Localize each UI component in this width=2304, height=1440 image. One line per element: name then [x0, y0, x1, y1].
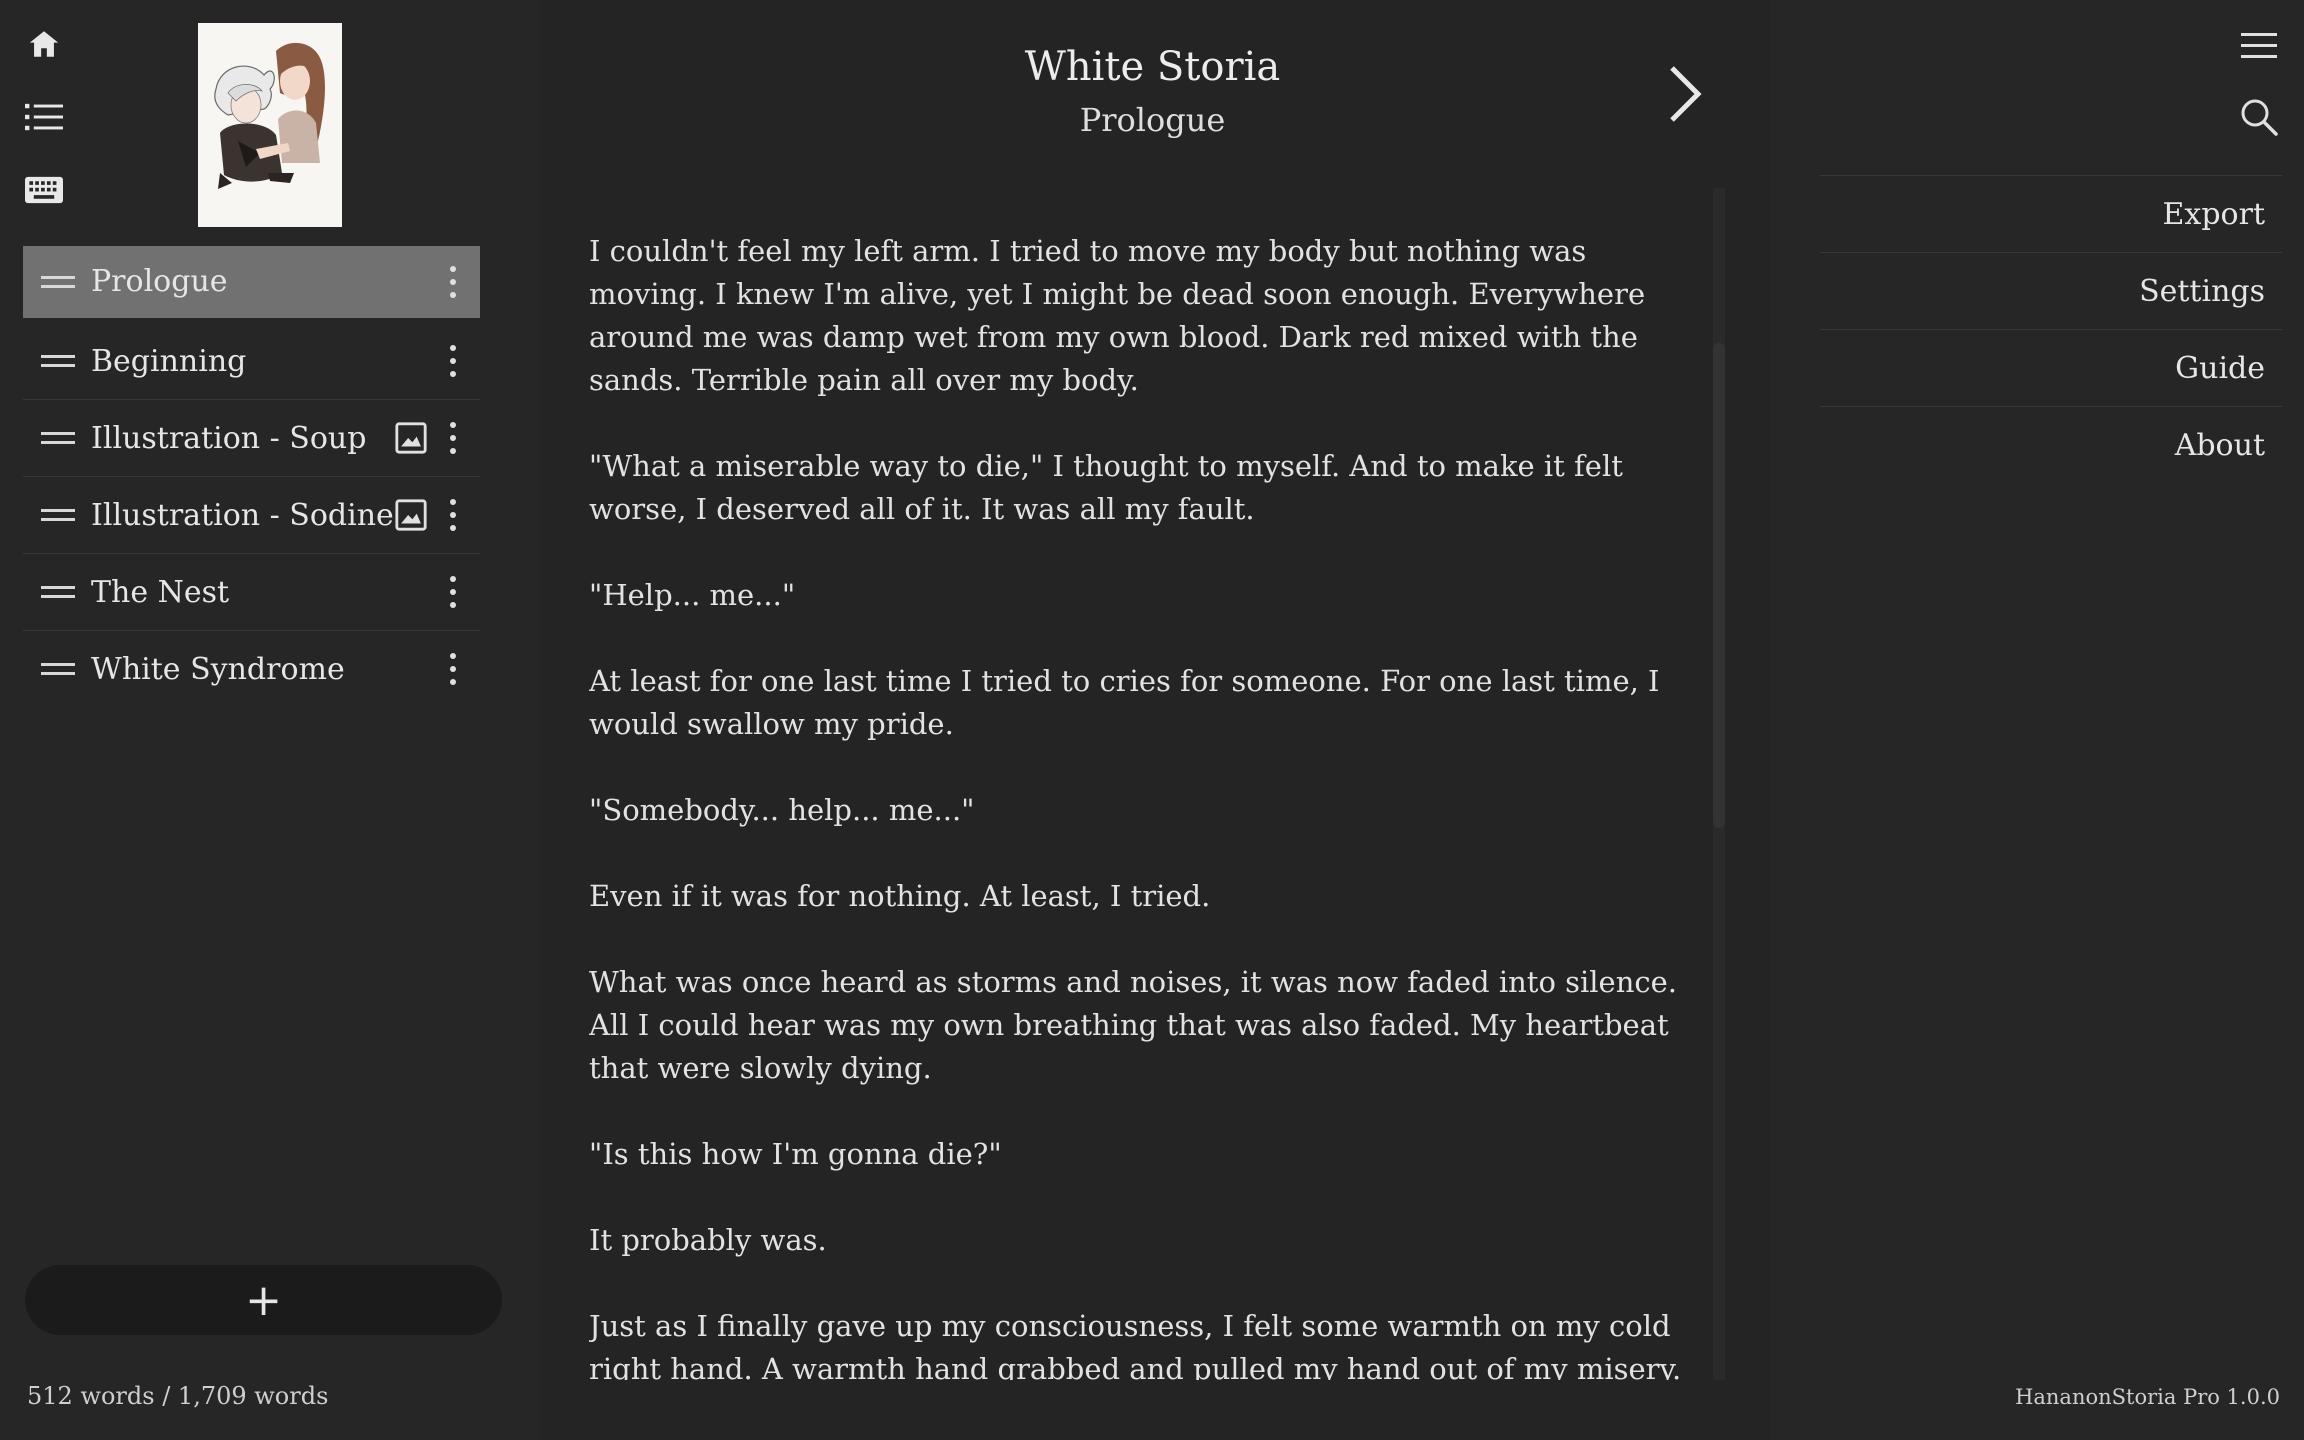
menu-item-about[interactable]: About	[1820, 406, 2282, 483]
book-title: White Storia	[1024, 44, 1281, 90]
paragraph: What was once heard as storms and noises…	[589, 965, 1678, 1085]
more-options-icon[interactable]	[438, 260, 468, 304]
search-icon[interactable]	[2236, 94, 2282, 140]
more-options-icon[interactable]	[438, 339, 468, 383]
drag-handle-icon[interactable]	[41, 432, 75, 444]
paragraph: Even if it was for nothing. At least, I …	[589, 879, 1211, 913]
more-options-icon[interactable]	[438, 647, 468, 691]
chapter-heading: Prologue	[1079, 101, 1226, 139]
list-icon[interactable]	[22, 95, 66, 139]
paragraph: At least for one last time I tried to cr…	[589, 664, 1660, 741]
word-count: 512 words / 1,709 words	[27, 1382, 329, 1410]
chapter-title: Beginning	[91, 343, 247, 379]
paragraph: "Somebody... help... me..."	[589, 793, 975, 827]
chapter-title: Illustration - Sodine	[91, 497, 394, 533]
menu-item-settings[interactable]: Settings	[1820, 252, 2282, 329]
chapter-item-white-syndrome[interactable]: White Syndrome	[23, 631, 480, 707]
home-icon[interactable]	[22, 22, 66, 66]
add-chapter-button[interactable]: +	[25, 1265, 502, 1335]
drag-handle-icon[interactable]	[41, 509, 75, 521]
chapter-item-prologue[interactable]: Prologue	[23, 246, 480, 318]
more-options-icon[interactable]	[438, 493, 468, 537]
chapter-item-illustration-soup[interactable]: Illustration - Soup	[23, 400, 480, 477]
chapter-title: Illustration - Soup	[91, 420, 367, 456]
drag-handle-icon[interactable]	[41, 663, 75, 675]
drag-handle-icon[interactable]	[41, 586, 75, 598]
menu-item-guide[interactable]: Guide	[1820, 329, 2282, 406]
app-window: Prologue Beginning Illustration - Soup I…	[0, 0, 2304, 1440]
reading-pane: White Storia Prologue I couldn't feel my…	[540, 0, 1770, 1440]
paragraph: "Is this how I'm gonna die?"	[589, 1137, 1002, 1171]
paragraph: Just as I finally gave up my consciousne…	[589, 1309, 1682, 1380]
next-chapter-icon[interactable]	[1658, 62, 1708, 126]
book-cover[interactable]	[198, 23, 342, 227]
image-icon	[395, 499, 427, 531]
more-options-icon[interactable]	[438, 416, 468, 460]
drag-handle-icon[interactable]	[41, 275, 75, 288]
plus-icon: +	[245, 1274, 282, 1326]
drag-handle-icon[interactable]	[41, 355, 75, 367]
chapter-title: The Nest	[91, 574, 230, 610]
menu-item-export[interactable]: Export	[1820, 175, 2282, 252]
chapter-title: Prologue	[91, 264, 228, 299]
paragraph: I couldn't feel my left arm. I tried to …	[589, 234, 1646, 397]
scrollbar-track[interactable]	[1713, 188, 1725, 1380]
more-options-icon[interactable]	[438, 570, 468, 614]
image-icon	[395, 422, 427, 454]
chapter-item-the-nest[interactable]: The Nest	[23, 554, 480, 631]
chapter-text[interactable]: I couldn't feel my left arm. I tried to …	[589, 230, 1709, 1380]
scrollbar-thumb[interactable]	[1713, 343, 1725, 828]
chapter-item-beginning[interactable]: Beginning	[23, 323, 480, 400]
chapter-list: Prologue Beginning Illustration - Soup I…	[23, 246, 480, 707]
side-menu: Export Settings Guide About	[1820, 175, 2282, 483]
keyboard-icon[interactable]	[22, 168, 66, 212]
chapter-title: White Syndrome	[91, 651, 345, 687]
paragraph: "Help... me..."	[589, 578, 796, 612]
hamburger-menu-icon[interactable]	[2236, 22, 2282, 68]
paragraph: It probably was.	[589, 1223, 827, 1257]
chapter-item-illustration-sodine[interactable]: Illustration - Sodine	[23, 477, 480, 554]
paragraph: "What a miserable way to die," I thought…	[589, 449, 1623, 526]
app-version: HananonStoria Pro 1.0.0	[2015, 1385, 2280, 1409]
